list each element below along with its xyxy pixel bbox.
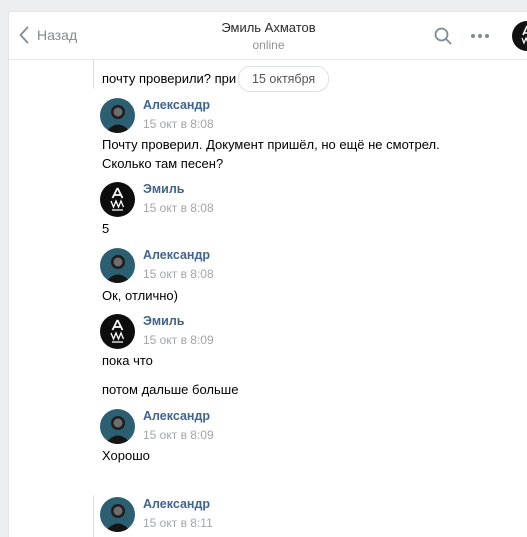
message-text: Хорошо [102,448,150,463]
thread-line [93,59,94,89]
message-text: Сколько там песен? [102,156,224,171]
avatar[interactable] [100,497,135,532]
date-separator: 15 октября [238,66,330,92]
avatar[interactable] [100,98,135,133]
message-time[interactable]: 15 окт в 8:09 [143,333,214,347]
message-time[interactable]: 15 окт в 8:08 [143,267,214,281]
thread-line [93,495,94,537]
author-name[interactable]: Эмиль [143,182,184,196]
message-time[interactable]: 15 окт в 8:08 [143,117,214,131]
message-text: потом дальше больше [102,382,239,397]
author-name[interactable]: Александр [143,409,210,423]
message-text: 5 [102,221,110,236]
author-name[interactable]: Александр [143,248,210,262]
avatar[interactable] [100,314,135,349]
message-text: Почту проверил. Документ пришёл, но ещё … [102,137,440,152]
avatar[interactable] [100,409,135,444]
message-time[interactable]: 15 окт в 8:09 [143,428,214,442]
author-name[interactable]: Александр [143,98,210,112]
message-time[interactable]: 15 окт в 8:08 [143,201,214,215]
avatar[interactable] [100,248,135,283]
chat-panel: Назад Эмиль Ахматов online почту провери… [8,11,527,537]
message-text: пока что [102,353,153,368]
search-icon[interactable] [434,27,452,45]
message-text: Ок, отлично) [102,288,178,303]
chat-header: Назад Эмиль Ахматов online [9,12,527,60]
message-time[interactable]: 15 окт в 8:11 [143,516,213,530]
more-icon[interactable] [471,34,489,38]
author-name[interactable]: Александр [143,497,210,511]
author-name[interactable]: Эмиль [143,314,184,328]
avatar[interactable] [100,182,135,217]
message-text: почту проверили? при [102,71,237,86]
